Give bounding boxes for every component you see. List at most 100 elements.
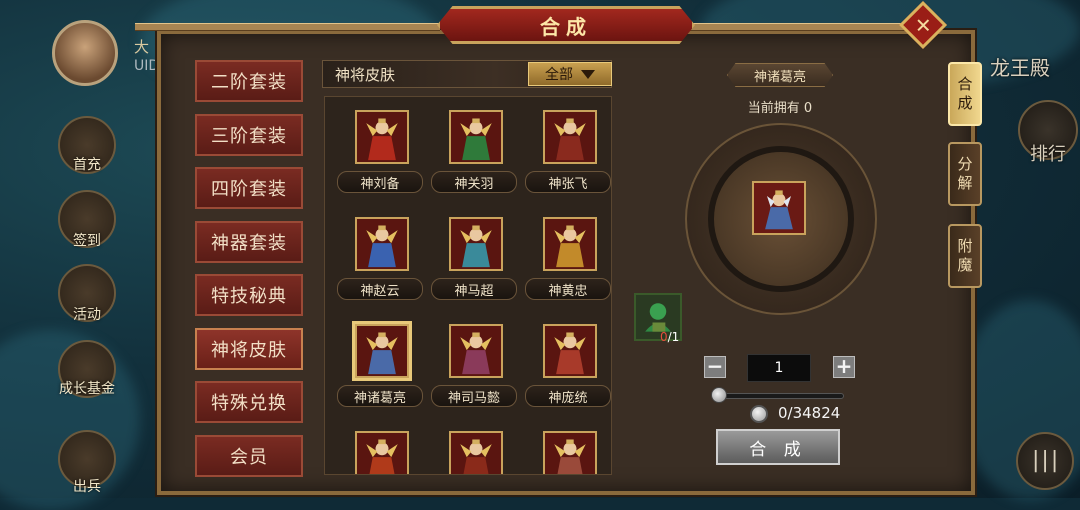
menu-item-skill-book[interactable]: 特技秘典 — [195, 274, 303, 316]
skin-cell[interactable]: 神庞统 — [523, 319, 611, 419]
close-x-icon: ✕ — [914, 12, 932, 37]
skin-cell[interactable]: 神司马懿 — [429, 319, 521, 419]
skin-name: 神黄忠 — [525, 278, 611, 300]
menu-item-vip[interactable]: 会员 — [195, 435, 303, 477]
skin-name: 神司马懿 — [431, 385, 517, 407]
skin-cell[interactable] — [429, 426, 521, 474]
dragon-palace-label[interactable]: 龙王殿 — [990, 52, 1050, 81]
hero-portrait-icon — [754, 183, 804, 233]
skin-grid: 神刘备 神关羽 神张飞神赵云 神马超 神黄忠神诸葛亮 神司马懿 神庞统 — [324, 96, 612, 475]
side-tab-label: 合成 — [957, 75, 973, 112]
side-tab-label: 附魔 — [957, 237, 973, 274]
hero-portrait-icon — [545, 433, 595, 474]
skin-name: 神赵云 — [337, 278, 423, 300]
filter-value: 全部 — [545, 67, 573, 83]
menu-item-tier4-set[interactable]: 四阶套装 — [195, 167, 303, 209]
skin-cell[interactable] — [335, 426, 427, 474]
skin-cell[interactable]: 神诸葛亮 — [335, 319, 427, 419]
hero-portrait-icon — [451, 326, 501, 376]
hero-portrait-icon — [451, 433, 501, 474]
skin-name: 神刘备 — [337, 171, 423, 193]
menu-item-hero-skin[interactable]: 神将皮肤 — [195, 328, 303, 370]
hero-portrait-icon — [357, 219, 407, 269]
skin-thumbnail[interactable] — [449, 217, 503, 271]
silver-coin-icon — [750, 405, 768, 423]
hero-portrait-icon — [357, 326, 407, 376]
cost-text: 0/34824 — [778, 404, 841, 422]
skin-cell[interactable]: 神马超 — [429, 212, 521, 312]
skin-thumbnail[interactable] — [355, 110, 409, 164]
quantity-slider-knob[interactable] — [711, 387, 727, 403]
quantity-field[interactable]: 1 — [747, 354, 811, 382]
skin-cell[interactable]: 神关羽 — [429, 105, 521, 205]
skin-name: 神张飞 — [525, 171, 611, 193]
result-hero-portrait[interactable] — [752, 181, 806, 235]
menu-item-special-exchange[interactable]: 特殊兑换 — [195, 381, 303, 423]
material-have: 0 — [660, 330, 668, 344]
quantity-slider-track[interactable] — [716, 393, 844, 399]
skin-thumbnail[interactable] — [543, 324, 597, 378]
skin-thumbnail[interactable] — [355, 431, 409, 474]
minus-icon: − — [706, 354, 724, 378]
menu-bars-icon: ||| — [1032, 448, 1061, 473]
rank-label: 排行 — [1030, 144, 1066, 165]
skin-cell[interactable]: 神张飞 — [523, 105, 611, 205]
side-tab[interactable]: 合成 — [948, 62, 982, 126]
merge-button[interactable]: 合 成 — [716, 429, 840, 465]
skin-cell[interactable]: 神赵云 — [335, 212, 427, 312]
category-menu: 二阶套装 三阶套装 四阶套装 神器套装 特技秘典 神将皮肤 特殊兑换 会员 — [183, 50, 313, 477]
dropdown-triangle-icon — [581, 69, 595, 79]
menu-item-tier3-set[interactable]: 三阶套装 — [195, 114, 303, 156]
decrease-button[interactable]: − — [704, 356, 726, 378]
menu-button[interactable]: ||| — [1016, 432, 1074, 490]
skin-name: 神马超 — [431, 278, 517, 300]
panel-title: 合成 — [437, 6, 695, 44]
title-rail-right — [690, 23, 910, 31]
skin-grid-panel: 神将皮肤 全部 神刘备 神关羽 神张飞神赵云 神马超 神黄忠神诸葛亮 神司马懿 神庞统 — [322, 60, 612, 475]
title-rail-left — [135, 23, 440, 31]
left-hud: 大 UID 首充 签到 活动 成长基金 出兵 — [0, 0, 165, 498]
detail-area: 神诸葛亮 当前拥有 0 0/1 − 1 + 0/34824 合 成 — [630, 60, 940, 475]
first-recharge-label: 首充 — [73, 157, 101, 173]
skin-thumbnail[interactable] — [449, 324, 503, 378]
hero-portrait-icon — [451, 219, 501, 269]
skin-thumbnail[interactable] — [543, 217, 597, 271]
material-need: /1 — [667, 330, 680, 344]
side-tab-label: 分解 — [957, 155, 973, 192]
selected-hero-name: 神诸葛亮 — [727, 63, 833, 87]
filter-dropdown[interactable]: 全部 — [528, 62, 612, 86]
player-uid: UID — [134, 58, 160, 74]
skin-thumbnail[interactable] — [355, 324, 409, 378]
plus-icon: + — [835, 354, 853, 378]
skin-name: 神关羽 — [431, 171, 517, 193]
hero-portrait-icon — [545, 219, 595, 269]
checkin-label: 签到 — [73, 233, 101, 249]
panel-title-text: 合成 — [540, 14, 592, 39]
hero-portrait-icon — [357, 112, 407, 162]
skin-thumbnail[interactable] — [355, 217, 409, 271]
hero-portrait-icon — [545, 112, 595, 162]
skin-cell[interactable] — [523, 426, 611, 474]
growth-fund-label: 成长基金 — [59, 381, 115, 397]
side-tab[interactable]: 分解 — [948, 142, 982, 206]
menu-item-tier2-set[interactable]: 二阶套装 — [195, 60, 303, 102]
player-name: 大 — [134, 38, 150, 56]
dispatch-label: 出兵 — [73, 479, 101, 495]
skin-thumbnail[interactable] — [449, 431, 503, 474]
side-tab[interactable]: 附魔 — [948, 224, 982, 288]
grid-category-title: 神将皮肤 — [335, 65, 396, 84]
material-count: 0/1 — [660, 330, 679, 344]
skin-cell[interactable]: 神刘备 — [335, 105, 427, 205]
menu-item-artifact-set[interactable]: 神器套装 — [195, 221, 303, 263]
skin-cell[interactable]: 神黄忠 — [523, 212, 611, 312]
hero-portrait-icon — [451, 112, 501, 162]
player-avatar[interactable] — [52, 20, 118, 86]
hero-portrait-icon — [545, 326, 595, 376]
skin-thumbnail[interactable] — [449, 110, 503, 164]
skin-thumbnail[interactable] — [543, 110, 597, 164]
skin-name: 神庞统 — [525, 385, 611, 407]
hero-portrait-icon — [357, 433, 407, 474]
increase-button[interactable]: + — [833, 356, 855, 378]
owned-count: 当前拥有 0 — [747, 101, 813, 116]
skin-thumbnail[interactable] — [543, 431, 597, 474]
